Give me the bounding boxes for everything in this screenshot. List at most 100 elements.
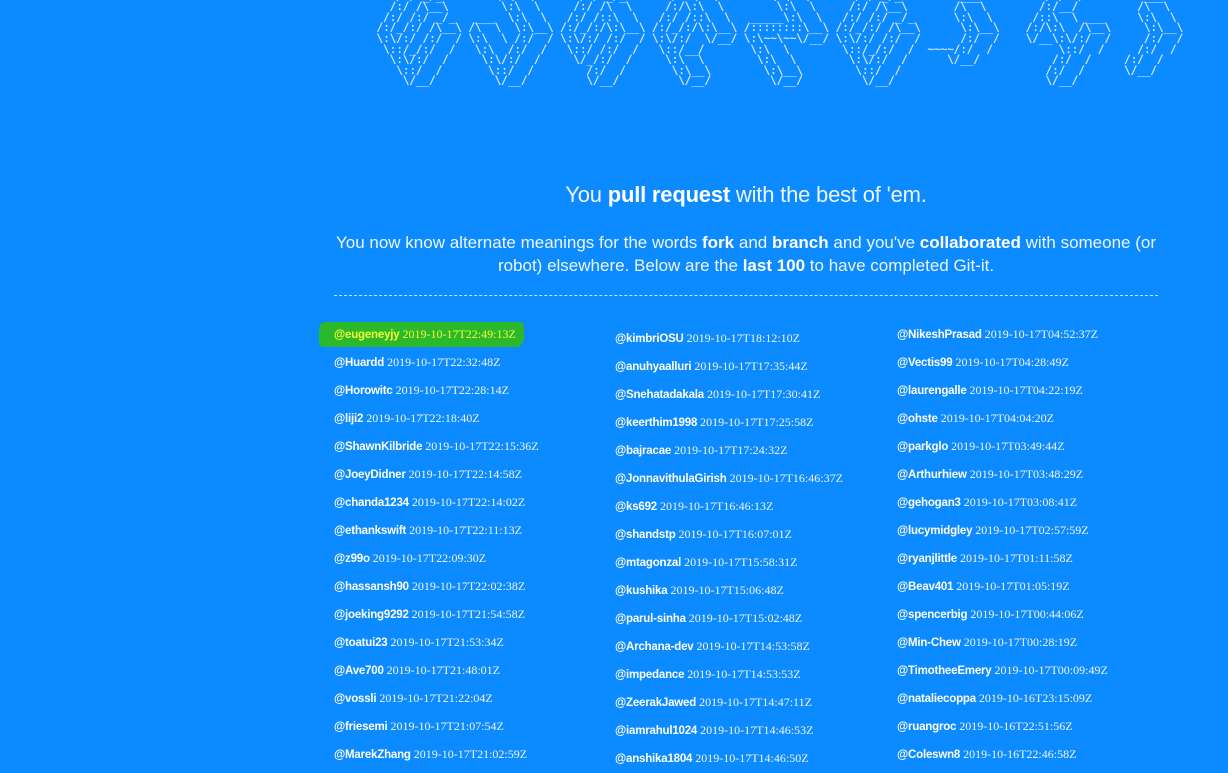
completion-item: @Horowitc 2019-10-17T22:28:14Z (334, 376, 616, 404)
github-username-link[interactable]: @JoeyDidner (334, 469, 406, 481)
github-username-link[interactable]: @ryanjlittle (897, 553, 957, 565)
completion-item: @ks692 2019-10-17T16:46:13Z (615, 492, 897, 520)
github-username-link[interactable]: @bajracae (615, 445, 671, 457)
completion-entry: @ZeerakJawed 2019-10-17T14:47:11Z (615, 695, 812, 709)
github-username-link[interactable]: @parul-sinha (615, 613, 686, 625)
github-username-link[interactable]: @Horowitc (334, 385, 393, 397)
github-username-link[interactable]: @lucymidgley (897, 525, 972, 537)
completion-item: @bajracae 2019-10-17T17:24:32Z (615, 436, 897, 464)
completion-item: @toatui23 2019-10-17T21:53:34Z (334, 628, 616, 656)
github-username-link[interactable]: @keerthim1998 (615, 417, 697, 429)
completion-item: @JoeyDidner 2019-10-17T22:14:58Z (334, 460, 616, 488)
github-username-link[interactable]: @vossli (334, 693, 377, 705)
completion-entry: @hassansh90 2019-10-17T22:02:38Z (334, 579, 525, 593)
github-username-link[interactable]: @z99o (334, 553, 370, 565)
github-username-link[interactable]: @gehogan3 (897, 497, 961, 509)
lede-text-2: and (734, 233, 772, 252)
completion-timestamp: 2019-10-17T16:46:13Z (660, 499, 774, 513)
github-username-link[interactable]: @Min-Chew (897, 637, 961, 649)
completion-item: @impedance 2019-10-17T14:53:53Z (615, 660, 897, 688)
completion-item: @JonnavithulaGirish 2019-10-17T16:46:37Z (615, 464, 897, 492)
github-username-link[interactable]: @kimbriOSU (615, 333, 684, 345)
github-username-link[interactable]: @Ave700 (334, 665, 384, 677)
github-username-link[interactable]: @spencerbig (897, 609, 968, 621)
completion-item: @NikeshPrasad 2019-10-17T04:52:37Z (897, 320, 1179, 348)
completion-timestamp: 2019-10-17T17:25:58Z (700, 415, 814, 429)
headline: You pull request with the best of 'em. (334, 182, 1158, 208)
completion-entry: @liji2 2019-10-17T22:18:40Z (334, 411, 480, 425)
completion-item: @vossli 2019-10-17T21:22:04Z (334, 684, 616, 712)
github-username-link[interactable]: @iamrahul1024 (615, 725, 697, 737)
github-username-link[interactable]: @Arthurhiew (897, 469, 967, 481)
completion-item: @Beav401 2019-10-17T01:05:19Z (897, 572, 1179, 600)
completion-timestamp: 2019-10-17T04:52:37Z (984, 327, 1099, 341)
github-username-link[interactable]: @impedance (615, 669, 684, 681)
completion-entry: @lucymidgley 2019-10-17T02:57:59Z (897, 523, 1089, 537)
completion-entry: @chanda1234 2019-10-17T22:14:02Z (334, 495, 525, 509)
github-username-link[interactable]: @toatui23 (334, 637, 388, 649)
github-username-link[interactable]: @ks692 (615, 501, 657, 513)
completion-entry: @NikeshPrasad 2019-10-17T04:52:37Z (897, 327, 1099, 341)
completion-timestamp: 2019-10-17T03:08:41Z (963, 495, 1078, 509)
completion-timestamp: 2019-10-17T16:46:37Z (729, 471, 843, 485)
completion-item: @hassansh90 2019-10-17T22:02:38Z (334, 572, 616, 600)
github-username-link[interactable]: @chanda1234 (334, 497, 409, 509)
github-username-link[interactable]: @mtagonzal (615, 557, 681, 569)
github-username-link[interactable]: @nataliecoppa (897, 693, 976, 705)
completion-timestamp: 2019-10-17T22:09:30Z (372, 551, 487, 565)
github-username-link[interactable]: @Snehatadakala (615, 389, 704, 401)
completion-item: @Huardd 2019-10-17T22:32:48Z (334, 348, 616, 376)
completion-item: @Archana-dev 2019-10-17T14:53:58Z (615, 632, 897, 660)
github-username-link[interactable]: @MarekZhang (334, 749, 411, 761)
lede-bold-collaborated: collaborated (919, 233, 1021, 252)
completion-entry: @Huardd 2019-10-17T22:32:48Z (334, 355, 500, 369)
completion-item: @friesemi 2019-10-17T21:07:54Z (334, 712, 616, 740)
completion-timestamp: 2019-10-17T22:14:58Z (408, 467, 522, 481)
completion-item: @Arthurhiew 2019-10-17T03:48:29Z (897, 460, 1179, 488)
github-username-link[interactable]: @friesemi (334, 721, 388, 733)
github-username-link[interactable]: @parkglo (897, 441, 948, 453)
github-username-link[interactable]: @eugeneyjy (334, 329, 400, 341)
completion-timestamp: 2019-10-17T15:02:48Z (688, 611, 803, 625)
github-username-link[interactable]: @anshika1804 (615, 753, 692, 765)
github-username-link[interactable]: @Archana-dev (615, 641, 694, 653)
lede-text-3: and you've (828, 233, 920, 252)
completion-item: @shandstp 2019-10-17T16:07:01Z (615, 520, 897, 548)
github-username-link[interactable]: @ShawnKilbride (334, 441, 422, 453)
github-username-link[interactable]: @ZeerakJawed (615, 697, 696, 709)
lede-paragraph: You now know alternate meanings for the … (334, 231, 1158, 277)
github-username-link[interactable]: @anuhyaalluri (615, 361, 692, 373)
github-username-link[interactable]: @Vectis99 (897, 357, 953, 369)
completion-entry: @Arthurhiew 2019-10-17T03:48:29Z (897, 467, 1083, 481)
github-username-link[interactable]: @JonnavithulaGirish (615, 473, 727, 485)
github-username-link[interactable]: @liji2 (334, 413, 363, 425)
completion-timestamp: 2019-10-16T22:46:58Z (963, 747, 1077, 761)
completion-item: @iamrahul1024 2019-10-17T14:46:53Z (615, 716, 897, 744)
github-username-link[interactable]: @Huardd (334, 357, 384, 369)
github-username-link[interactable]: @kushika (615, 585, 668, 597)
completion-timestamp: 2019-10-17T17:35:44Z (694, 359, 808, 373)
github-username-link[interactable]: @ruangroc (897, 721, 956, 733)
completion-entry: @ShawnKilbride 2019-10-17T22:15:36Z (334, 439, 539, 453)
completion-timestamp: 2019-10-16T23:15:09Z (978, 691, 1093, 705)
github-username-link[interactable]: @shandstp (615, 529, 676, 541)
completion-timestamp: 2019-10-17T22:49:13Z (402, 327, 516, 341)
github-username-link[interactable]: @Beav401 (897, 581, 953, 593)
completion-item: @mtagonzal 2019-10-17T15:58:31Z (615, 548, 897, 576)
github-username-link[interactable]: @ethankswift (334, 525, 406, 537)
completion-entry: @keerthim1998 2019-10-17T17:25:58Z (615, 415, 814, 429)
completion-item: @anuhyaalluri 2019-10-17T17:35:44Z (615, 352, 897, 380)
github-username-link[interactable]: @hassansh90 (334, 581, 409, 593)
completion-item: @parkglo 2019-10-17T03:49:44Z (897, 432, 1179, 460)
github-username-link[interactable]: @ohste (897, 413, 938, 425)
completion-entry: @Coleswn8 2019-10-16T22:46:58Z (897, 747, 1077, 761)
completion-item: @chanda1234 2019-10-17T22:14:02Z (334, 488, 616, 516)
github-username-link[interactable]: @laurengalle (897, 385, 967, 397)
github-username-link[interactable]: @NikeshPrasad (897, 329, 982, 341)
github-username-link[interactable]: @Coleswn8 (897, 749, 960, 761)
github-username-link[interactable]: @TimotheeEmery (897, 665, 992, 677)
completion-entry: @iamrahul1024 2019-10-17T14:46:53Z (615, 723, 813, 737)
completion-item: @anshika1804 2019-10-17T14:46:50Z (615, 744, 897, 772)
github-username-link[interactable]: @joeking9292 (334, 609, 409, 621)
completion-timestamp: 2019-10-17T22:15:36Z (425, 439, 539, 453)
